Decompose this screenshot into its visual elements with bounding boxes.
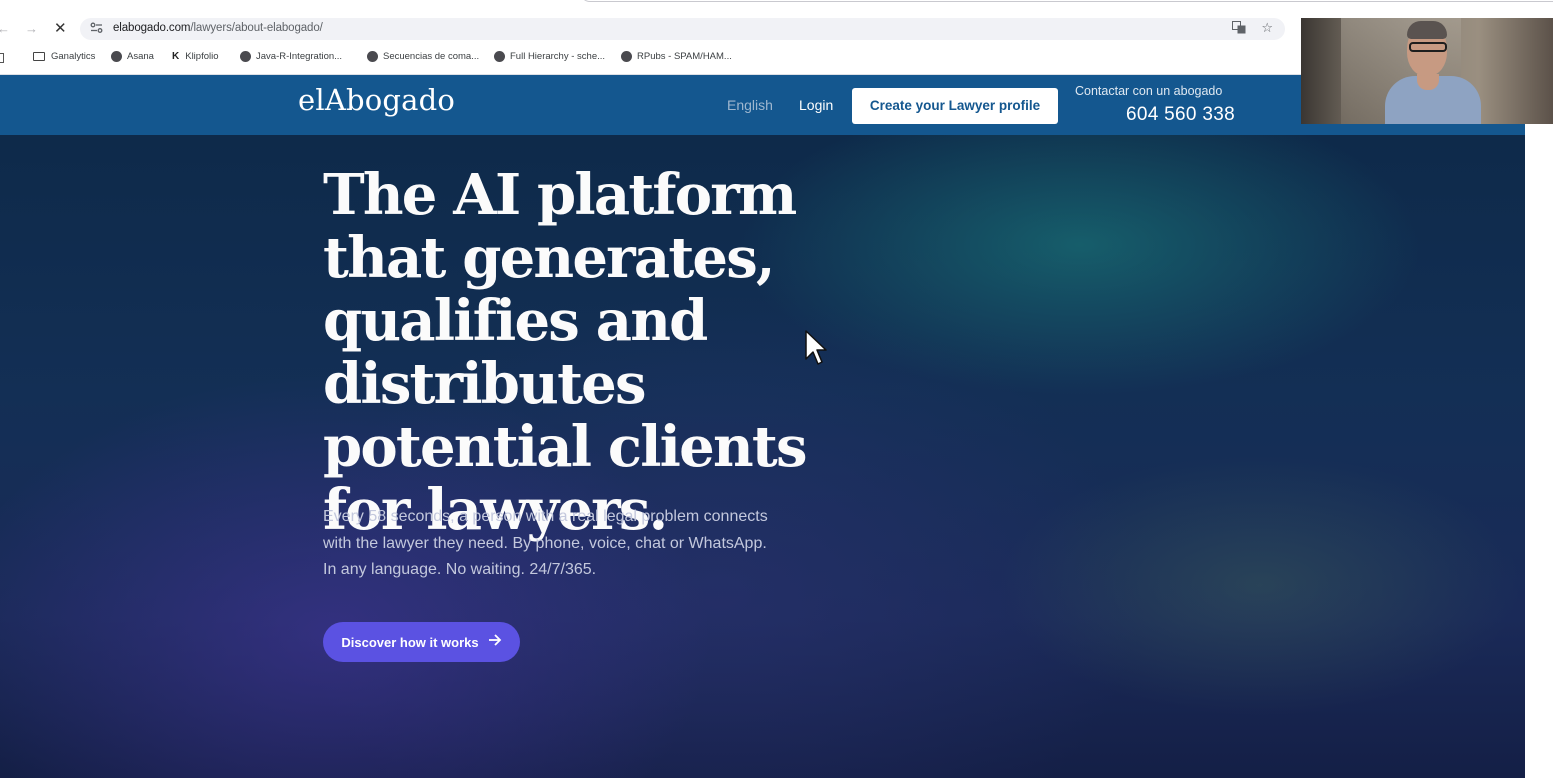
webcam-person-glasses	[1409, 42, 1447, 52]
bookmark-java-r[interactable]: Java-R-Integration...	[240, 51, 342, 62]
translate-icon[interactable]	[1231, 20, 1250, 35]
globe-icon	[367, 51, 378, 62]
tune-icon[interactable]	[90, 21, 104, 35]
window-top-strip	[0, 0, 1553, 18]
hero-subtitle-line: In any language. No waiting. 24/7/365.	[323, 561, 597, 578]
url-path: /lawyers/about-elabogado/	[190, 22, 323, 34]
url-text[interactable]: elabogado.com/lawyers/about-elabogado/	[113, 21, 323, 36]
bookmark-ganalytics[interactable]: Ganalytics	[33, 51, 95, 62]
hero-section: The AI platform that generates, qualifie…	[0, 135, 1553, 778]
globe-icon	[111, 51, 122, 62]
webcam-person-hair	[1407, 21, 1447, 39]
stop-loading-icon[interactable]: ✕	[54, 19, 67, 39]
mouse-cursor-icon	[805, 330, 827, 365]
arrow-right-icon	[488, 634, 502, 650]
hero-subtitle-line: Every 58 seconds, a person with a real l…	[323, 508, 768, 525]
bookmark-label: Secuencias de coma...	[383, 51, 480, 62]
bookmark-rpubs[interactable]: RPubs - SPAM/HAM...	[621, 51, 732, 62]
language-switch[interactable]: English	[727, 97, 773, 113]
bookmark-label: RPubs - SPAM/HAM...	[637, 51, 732, 62]
hero-subtitle: Every 58 seconds, a person with a real l…	[323, 504, 843, 584]
login-link[interactable]: Login	[799, 97, 833, 113]
address-bar[interactable]: elabogado.com/lawyers/about-elabogado/ ☆	[80, 18, 1285, 40]
star-icon[interactable]: ☆	[1261, 20, 1273, 35]
discover-button-label: Discover how it works	[341, 634, 479, 650]
hero-title: The AI platform that generates, qualifie…	[323, 162, 808, 543]
bookmark-asana[interactable]: Asana	[111, 51, 154, 62]
site-logo[interactable]: elAbogado	[298, 83, 455, 117]
globe-icon	[240, 51, 251, 62]
klipfolio-icon: K	[172, 51, 180, 62]
globe-icon	[494, 51, 505, 62]
contact-label: Contactar con un abogado	[1075, 84, 1223, 98]
page-edge	[1525, 135, 1553, 778]
webcam-video-overlay	[1301, 18, 1553, 124]
contact-phone[interactable]: 604 560 338	[1126, 104, 1235, 126]
bookmark-label: Asana	[127, 51, 154, 62]
folder-icon	[33, 52, 45, 61]
bookmark-full-hierarchy[interactable]: Full Hierarchy - sche...	[494, 51, 605, 62]
tab-strip-curve	[580, 0, 1553, 2]
forward-arrow-icon[interactable]: →	[25, 19, 38, 39]
url-host: elabogado.com	[113, 22, 191, 34]
globe-icon	[621, 51, 632, 62]
bookmark-label: Klipfolio	[185, 51, 219, 62]
hero-subtitle-line: with the lawyer they need. By phone, voi…	[323, 534, 767, 552]
back-arrow-icon[interactable]: ←	[0, 19, 10, 39]
create-profile-button[interactable]: Create your Lawyer profile	[852, 88, 1058, 124]
bookmark-label: Ganalytics	[51, 51, 96, 62]
bookmark-secuencias[interactable]: Secuencias de coma...	[367, 51, 479, 62]
bookmark-label: Full Hierarchy - sche...	[510, 51, 606, 62]
bookmark-klipfolio[interactable]: K Klipfolio	[172, 51, 219, 62]
bookmarks-bar: Ganalytics Asana K Klipfolio Java-R-Integ…	[0, 48, 1300, 68]
bookmark-label: Java-R-Integration...	[256, 51, 343, 62]
discover-button[interactable]: Discover how it works	[323, 622, 520, 662]
omnibox-actions: ☆	[1220, 20, 1273, 36]
